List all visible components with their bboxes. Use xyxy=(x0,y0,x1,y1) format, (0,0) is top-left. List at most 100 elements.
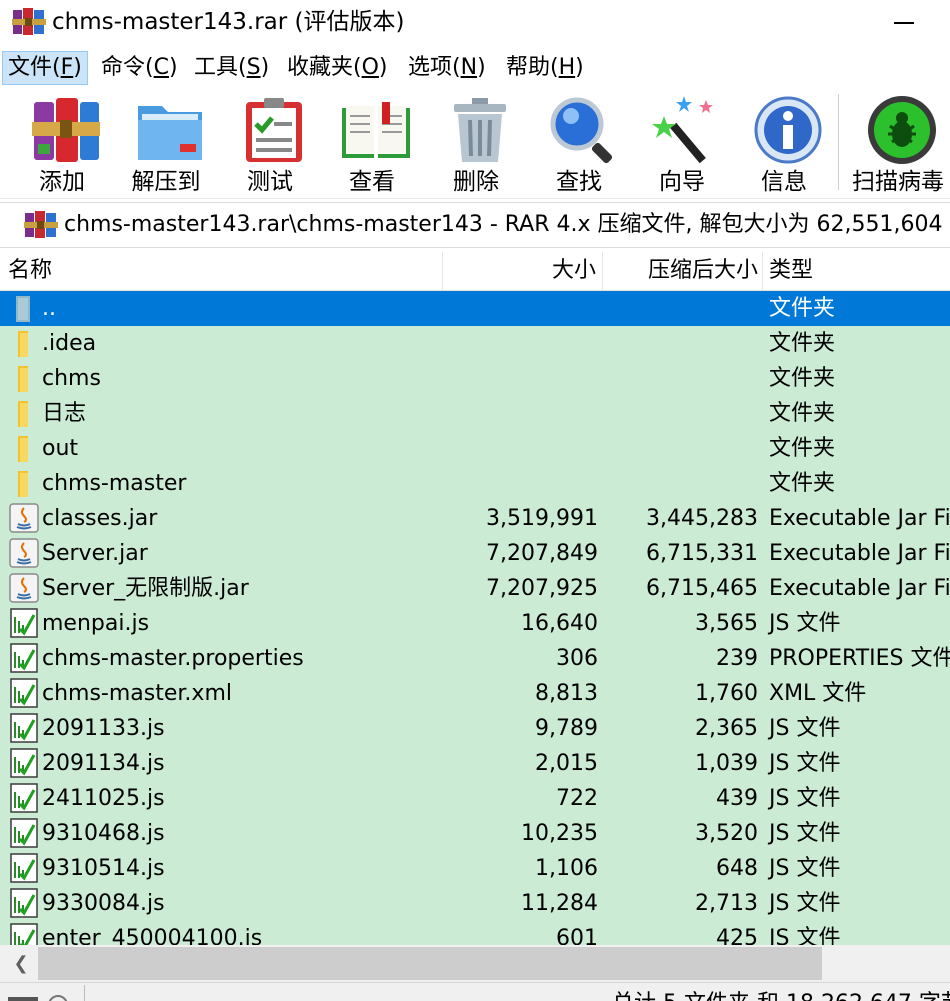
magnifier-icon xyxy=(550,97,613,164)
file-name: enter_450004100.js xyxy=(42,926,263,945)
test-button[interactable]: 测试 xyxy=(222,88,318,198)
file-size: 722 xyxy=(556,786,598,811)
file-row[interactable]: enter_450004100.js 601 425 JS 文件 xyxy=(0,921,950,945)
file-packed-size: 1,039 xyxy=(695,751,758,776)
file-type: 文件夹 xyxy=(769,331,836,356)
file-row[interactable]: classes.jar 3,519,991 3,445,283 Executable … xyxy=(0,501,950,536)
file-packed-size: 3,520 xyxy=(695,821,758,846)
file-row[interactable]: 日志 文件夹 xyxy=(0,396,950,431)
info-button[interactable]: 信息 xyxy=(736,88,832,198)
file-row[interactable]: 9330084.js 11,284 2,713 JS 文件 xyxy=(0,886,950,921)
file-name: chms xyxy=(42,366,101,391)
file-type: PROPERTIES 文件 xyxy=(769,646,950,671)
folder-icon xyxy=(8,327,40,359)
file-row[interactable]: 9310468.js 10,235 3,520 JS 文件 xyxy=(0,816,950,851)
find-button[interactable]: 查找 xyxy=(531,88,627,198)
horizontal-scrollbar[interactable]: ❮ xyxy=(0,945,950,982)
file-packed-size: 439 xyxy=(716,786,758,811)
file-type: JS 文件 xyxy=(769,821,841,846)
magic-wand-icon xyxy=(652,96,713,164)
file-name: Server.jar xyxy=(42,541,148,566)
column-type[interactable]: 类型 xyxy=(763,252,950,290)
file-packed-size: 3,565 xyxy=(695,611,758,636)
file-size: 3,519,991 xyxy=(486,506,598,531)
file-size: 9,789 xyxy=(535,716,598,741)
file-size: 10,235 xyxy=(521,821,598,846)
file-packed-size: 3,445,283 xyxy=(646,506,758,531)
scan-virus-button[interactable]: 扫描病毒 xyxy=(850,88,946,198)
minimize-button[interactable] xyxy=(880,0,930,46)
file-packed-size: 1,760 xyxy=(695,681,758,706)
java-jar-icon xyxy=(8,502,40,534)
file-name: menpai.js xyxy=(42,611,150,636)
folder-extract-icon xyxy=(138,106,202,160)
file-row[interactable]: 9310514.js 1,106 648 JS 文件 xyxy=(0,851,950,886)
file-size: 16,640 xyxy=(521,611,598,636)
menu-commands[interactable]: 命令(C) xyxy=(96,52,183,84)
menu-file[interactable]: 文件(F) xyxy=(2,51,88,85)
file-name: 日志 xyxy=(42,401,87,426)
add-button[interactable]: 添加 xyxy=(14,88,110,198)
file-row[interactable]: chms-master 文件夹 xyxy=(0,466,950,501)
extract-to-button[interactable]: 解压到 xyxy=(118,88,214,198)
script-file-icon xyxy=(8,922,40,945)
file-type: Executable Jar File xyxy=(769,506,950,531)
file-size: 601 xyxy=(556,926,598,945)
column-name[interactable]: 名称 xyxy=(0,252,443,290)
file-name: chms-master.properties xyxy=(42,646,304,671)
file-row[interactable]: 2091133.js 9,789 2,365 JS 文件 xyxy=(0,711,950,746)
parent-folder-row[interactable]: .. 文件夹 xyxy=(0,291,950,326)
archive-books-icon xyxy=(32,98,100,162)
file-name: .idea xyxy=(42,331,97,356)
scroll-left-arrow-icon[interactable]: ❮ xyxy=(4,945,38,982)
file-row[interactable]: chms-master.xml 8,813 1,760 XML 文件 xyxy=(0,676,950,711)
file-row[interactable]: .idea 文件夹 xyxy=(0,326,950,361)
view-button[interactable]: 查看 xyxy=(324,88,420,198)
file-name: 2411025.js xyxy=(42,786,165,811)
file-row[interactable]: chms 文件夹 xyxy=(0,361,950,396)
find-label: 查找 xyxy=(556,169,602,195)
script-file-icon xyxy=(8,852,40,884)
file-name: 9330084.js xyxy=(42,891,165,916)
script-file-icon xyxy=(8,677,40,709)
window-title: chms-master143.rar (评估版本) xyxy=(52,9,405,35)
file-row[interactable]: out 文件夹 xyxy=(0,431,950,466)
view-label: 查看 xyxy=(349,169,395,195)
file-row[interactable]: 2091134.js 2,015 1,039 JS 文件 xyxy=(0,746,950,781)
folder-icon xyxy=(8,397,40,429)
menu-bar: 文件(F) 命令(C) 工具(S) 收藏夹(O) 选项(N) 帮助(H) xyxy=(0,48,950,88)
file-packed-size: 239 xyxy=(716,646,758,671)
file-type: Executable Jar File xyxy=(769,541,950,566)
file-row[interactable]: 2411025.js 722 439 JS 文件 xyxy=(0,781,950,816)
column-packed-size[interactable]: 压缩后大小 xyxy=(603,252,763,290)
menu-help[interactable]: 帮助(H) xyxy=(501,52,589,84)
script-file-icon xyxy=(8,642,40,674)
file-packed-size: 2,713 xyxy=(695,891,758,916)
column-size[interactable]: 大小 xyxy=(443,252,603,290)
menu-tools[interactable]: 工具(S) xyxy=(189,52,274,84)
scroll-thumb[interactable] xyxy=(38,947,822,980)
file-row[interactable]: chms-master.properties 306 239 PROPERTIES 文… xyxy=(0,641,950,676)
folder-icon xyxy=(8,362,40,394)
wizard-button[interactable]: 向导 xyxy=(634,88,730,198)
file-row[interactable]: menpai.js 16,640 3,565 JS 文件 xyxy=(0,606,950,641)
script-file-icon xyxy=(8,607,40,639)
file-row[interactable]: Server_无限制版.jar 7,207,925 6,715,465 Executa… xyxy=(0,571,950,606)
menu-options[interactable]: 选项(N) xyxy=(403,52,491,84)
column-header-row: 名称 大小 压缩后大小 类型 xyxy=(0,252,950,291)
delete-button[interactable]: 删除 xyxy=(428,88,524,198)
file-size: 1,106 xyxy=(535,856,598,881)
file-type: 文件夹 xyxy=(769,366,836,391)
file-size: 2,015 xyxy=(535,751,598,776)
script-file-icon xyxy=(8,712,40,744)
add-label: 添加 xyxy=(39,169,85,195)
file-size: 11,284 xyxy=(521,891,598,916)
file-name: Server_无限制版.jar xyxy=(42,576,249,601)
file-list[interactable]: .. 文件夹 .idea 文件夹 chms 文件夹 日志 文件夹 out 文件夹 chms-mast… xyxy=(0,291,950,945)
path-bar[interactable]: chms-master143.rar\chms-master143 - RAR … xyxy=(0,202,950,248)
file-type: Executable Jar File xyxy=(769,576,950,601)
file-row[interactable]: Server.jar 7,207,849 6,715,331 Executable J… xyxy=(0,536,950,571)
file-type: JS 文件 xyxy=(769,751,841,776)
menu-favorites[interactable]: 收藏夹(O) xyxy=(282,52,393,84)
file-name: chms-master xyxy=(42,471,187,496)
